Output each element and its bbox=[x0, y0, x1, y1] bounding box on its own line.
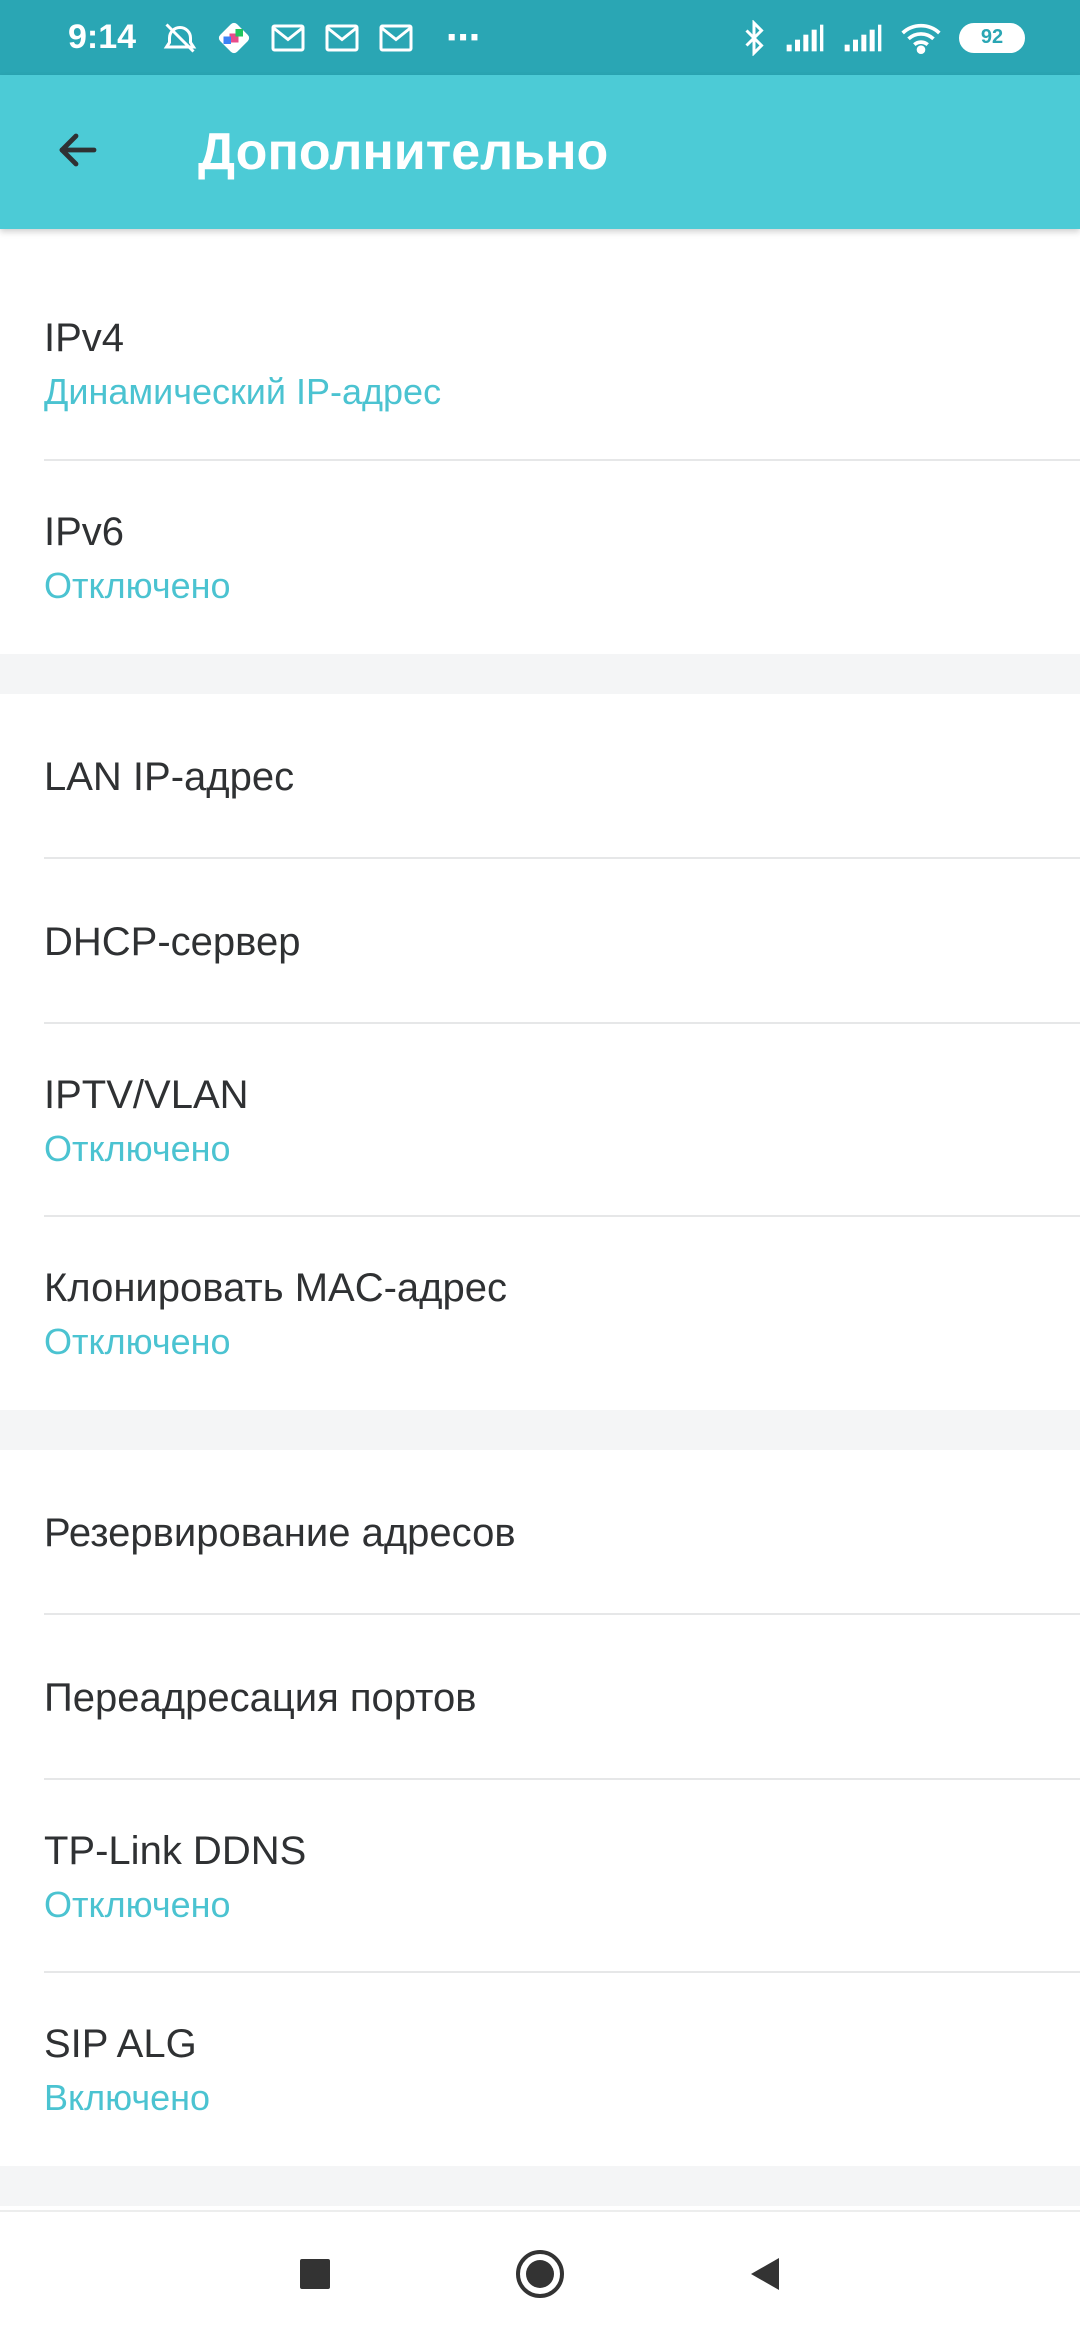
more-notifications-icon: ⋯ bbox=[446, 18, 485, 57]
list-item-title: IPv4 bbox=[44, 316, 125, 360]
wifi-icon bbox=[901, 22, 941, 54]
section-divider bbox=[0, 1410, 1080, 1450]
battery-indicator: 92 bbox=[959, 22, 1025, 53]
system-back-button[interactable] bbox=[690, 2226, 840, 2326]
list-item-title: TP-Link DDNS bbox=[44, 1828, 307, 1873]
list-item-mac-clone[interactable]: Клонировать MAC-адрес Отключено bbox=[0, 1217, 1080, 1410]
gmail-icon bbox=[324, 23, 360, 53]
list-item-address-reservation[interactable]: Резервирование адресов bbox=[0, 1450, 1080, 1615]
section-divider bbox=[0, 654, 1080, 694]
circle-icon bbox=[514, 2248, 566, 2305]
app-bar: Дополнительно bbox=[0, 75, 1080, 229]
gmail-icon bbox=[270, 23, 306, 53]
settings-section-lan: LAN IP-адрес DHCP-сервер IPTV/VLAN Отклю… bbox=[0, 694, 1080, 1410]
back-button[interactable] bbox=[38, 112, 118, 192]
list-item-iptv-vlan[interactable]: IPTV/VLAN Отключено bbox=[0, 1024, 1080, 1217]
status-bar-right: 92 bbox=[741, 19, 1025, 56]
list-item-title: LAN IP-адрес bbox=[44, 754, 295, 799]
list-item-dhcp-server[interactable]: DHCP-сервер bbox=[0, 859, 1080, 1024]
system-nav-bar bbox=[0, 2210, 1080, 2340]
arrow-left-icon bbox=[54, 126, 102, 179]
list-item-subtitle: Динамический IP-адрес bbox=[44, 371, 442, 412]
status-bar-left: 9:14 ⋯ bbox=[68, 18, 484, 58]
list-item-title: IPTV/VLAN bbox=[44, 1072, 249, 1117]
list-item-port-forwarding[interactable]: Переадресация портов bbox=[0, 1615, 1080, 1780]
list-item-lan-ip[interactable]: LAN IP-адрес bbox=[0, 694, 1080, 859]
status-time: 9:14 bbox=[68, 18, 137, 56]
list-item-subtitle: Включено bbox=[44, 2076, 211, 2118]
list-item-ipv4[interactable]: IPv4 Динамический IP-адрес bbox=[0, 229, 1080, 461]
list-item-title: Переадресация портов bbox=[44, 1675, 477, 1720]
gmail-icon bbox=[378, 23, 414, 53]
list-item-title: Резервирование адресов bbox=[44, 1510, 516, 1555]
list-item-subtitle: Отключено bbox=[44, 1320, 231, 1362]
home-button[interactable] bbox=[465, 2226, 615, 2326]
list-item-ddns[interactable]: TP-Link DDNS Отключено bbox=[0, 1780, 1080, 1973]
app-notification-icon bbox=[216, 20, 252, 56]
section-divider bbox=[0, 2166, 1080, 2206]
bluetooth-icon bbox=[741, 19, 767, 56]
page-title: Дополнительно bbox=[198, 123, 609, 181]
settings-section-wan: IPv4 Динамический IP-адрес IPv6 Отключен… bbox=[0, 229, 1080, 654]
list-item-subtitle: Отключено bbox=[44, 1127, 231, 1169]
list-item-title: Клонировать MAC-адрес bbox=[44, 1265, 507, 1310]
list-item-sip-alg[interactable]: SIP ALG Включено bbox=[0, 1973, 1080, 2166]
list-item-subtitle: Отключено bbox=[44, 564, 231, 606]
settings-section-nat: Резервирование адресов Переадресация пор… bbox=[0, 1450, 1080, 2166]
list-item-ipv6[interactable]: IPv6 Отключено bbox=[0, 461, 1080, 654]
list-item-subtitle: Отключено bbox=[44, 1883, 231, 1925]
signal-icon bbox=[843, 23, 883, 53]
triangle-left-icon bbox=[745, 2254, 785, 2299]
square-icon bbox=[298, 2257, 332, 2296]
status-bar: 9:14 ⋯ 92 bbox=[0, 0, 1080, 75]
recents-button[interactable] bbox=[240, 2226, 390, 2326]
list-item-title: DHCP-сервер bbox=[44, 919, 301, 964]
alarm-off-icon bbox=[162, 20, 198, 56]
signal-icon bbox=[785, 23, 825, 53]
settings-list: IPv4 Динамический IP-адрес IPv6 Отключен… bbox=[0, 229, 1080, 2206]
list-item-title: SIP ALG bbox=[44, 2021, 197, 2066]
list-item-title: IPv6 bbox=[44, 509, 125, 554]
